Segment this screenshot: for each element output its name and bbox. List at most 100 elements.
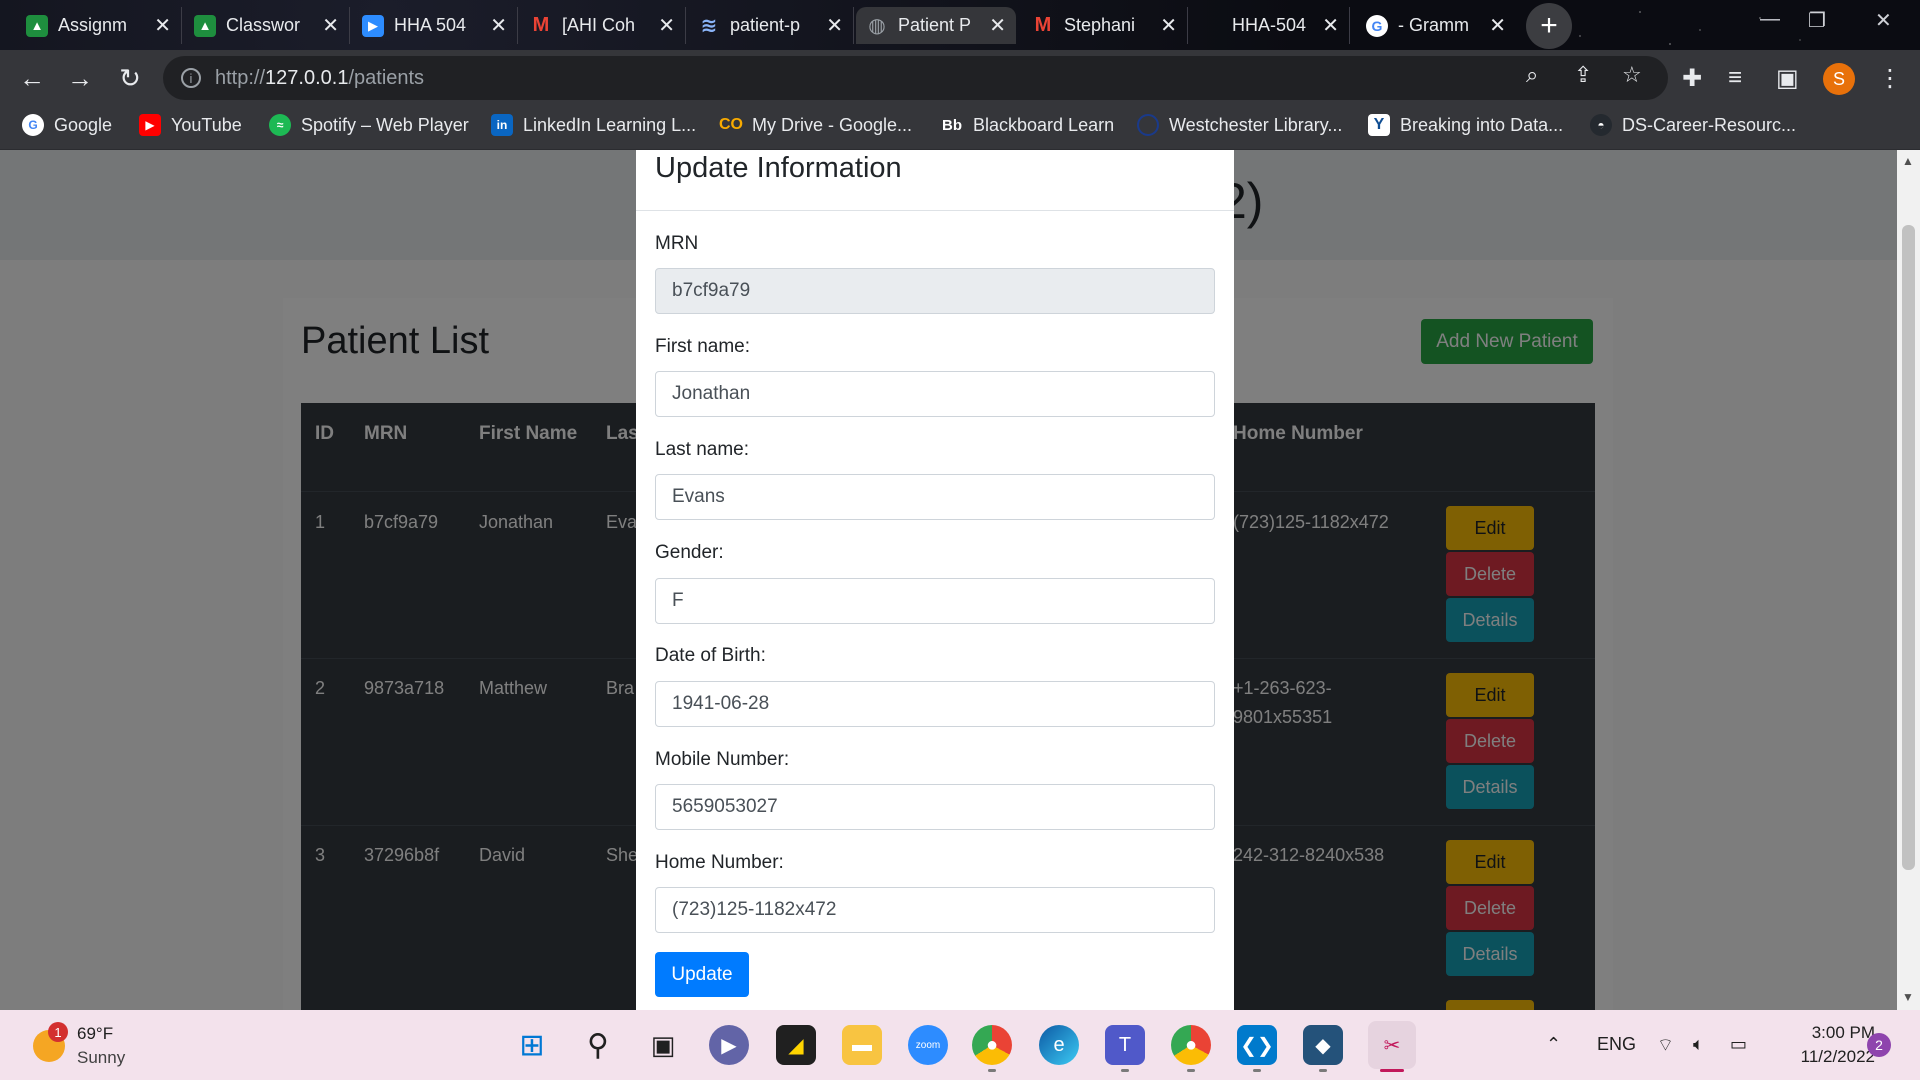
url-host: 127.0.0.1 bbox=[265, 66, 349, 89]
weather-temperature[interactable]: 69°F bbox=[77, 1024, 113, 1044]
gender-field[interactable] bbox=[655, 578, 1215, 624]
bookmark-spotify[interactable]: ≈ Spotify – Web Player bbox=[269, 114, 469, 136]
search-icon[interactable]: ⚲ bbox=[578, 1025, 618, 1065]
share-icon[interactable]: ⇪ bbox=[1574, 62, 1592, 88]
classroom-icon: ▲ bbox=[194, 14, 216, 37]
new-tab-button[interactable]: + bbox=[1526, 3, 1572, 49]
windows-start-icon[interactable]: ⊞ bbox=[512, 1025, 552, 1065]
spotify-icon: ≈ bbox=[269, 114, 291, 136]
menu-kebab-icon[interactable]: ⋮ bbox=[1878, 64, 1902, 93]
sticky-notes-icon[interactable]: ◢ bbox=[776, 1025, 816, 1065]
stack-icon: ≋ bbox=[700, 15, 718, 37]
tab-title: patient-p bbox=[730, 15, 801, 35]
forward-arrow-icon[interactable]: → bbox=[62, 60, 98, 96]
side-panel-icon[interactable]: ▣ bbox=[1776, 64, 1799, 93]
git-icon[interactable]: ◆ bbox=[1303, 1025, 1343, 1065]
google-icon: G bbox=[1366, 14, 1388, 37]
reload-icon[interactable]: ↻ bbox=[112, 60, 148, 96]
extensions-icon[interactable]: ✚ bbox=[1682, 64, 1702, 93]
zoom-magnifier-icon[interactable]: ⌕ bbox=[1526, 62, 1538, 88]
date-of-birth-field[interactable] bbox=[655, 681, 1215, 727]
scrollbar-thumb[interactable] bbox=[1902, 225, 1915, 870]
running-indicator bbox=[1187, 1069, 1195, 1072]
tab-title: [AHI Coh bbox=[562, 15, 636, 35]
edge-icon[interactable]: e bbox=[1039, 1025, 1079, 1065]
notification-badge[interactable]: 2 bbox=[1867, 1033, 1891, 1057]
scroll-up-arrow-icon[interactable]: ▲ bbox=[1902, 154, 1914, 168]
battery-icon[interactable]: ▭ bbox=[1730, 1034, 1747, 1055]
bookmark-label: Spotify – Web Player bbox=[301, 114, 469, 135]
url-scheme: http:// bbox=[215, 66, 266, 89]
zoom-icon[interactable]: zoom bbox=[908, 1025, 948, 1065]
close-icon[interactable]: ✕ bbox=[1160, 13, 1177, 38]
gmail-icon: M bbox=[1034, 14, 1052, 36]
tab-hha504[interactable]: ▶ HHA 504 ✕ bbox=[352, 7, 518, 44]
close-icon[interactable]: ✕ bbox=[322, 13, 339, 38]
last-name-field[interactable] bbox=[655, 474, 1215, 520]
bookmark-google[interactable]: G Google bbox=[22, 114, 112, 136]
tab-classwork[interactable]: ▲ Classwor ✕ bbox=[184, 7, 350, 44]
bookmark-westchester-library[interactable]: Westchester Library... bbox=[1137, 114, 1342, 136]
update-button[interactable]: Update bbox=[655, 952, 749, 997]
blackboard-icon: Bb bbox=[942, 116, 962, 134]
tab-patient-p[interactable]: ≋ patient-p ✕ bbox=[688, 7, 854, 44]
wifi-icon[interactable]: ⌔ bbox=[1657, 1034, 1674, 1057]
close-icon[interactable]: ✕ bbox=[1489, 13, 1506, 38]
chrome-icon[interactable]: ● bbox=[972, 1025, 1012, 1065]
page-scrollbar[interactable]: ▲ ▼ bbox=[1897, 150, 1920, 1010]
clock-time[interactable]: 3:00 PM bbox=[1791, 1023, 1875, 1043]
tab-hha504-2[interactable]: HHA-504 ✕ bbox=[1190, 7, 1350, 44]
chevron-up-icon[interactable]: ⌃ bbox=[1546, 1034, 1561, 1055]
clock-date[interactable]: 11/2/2022 bbox=[1776, 1047, 1875, 1067]
bookmark-label: Breaking into Data... bbox=[1400, 114, 1564, 135]
browser-toolbar: ← → ↻ i http://127.0.0.1/patients ⌕ ⇪ ☆ … bbox=[0, 50, 1920, 105]
first-name-field[interactable] bbox=[655, 371, 1215, 417]
close-icon[interactable]: ✕ bbox=[658, 13, 675, 38]
address-bar[interactable]: i http://127.0.0.1/patients bbox=[163, 56, 1668, 100]
bookmark-youtube[interactable]: ▶ YouTube bbox=[139, 114, 242, 136]
close-icon[interactable]: ✕ bbox=[1322, 13, 1339, 38]
tab-assignment[interactable]: ▲ Assignm ✕ bbox=[16, 7, 182, 44]
close-icon[interactable]: ✕ bbox=[490, 13, 507, 38]
file-explorer-icon[interactable]: ▬ bbox=[842, 1025, 882, 1065]
chrome-profile-icon[interactable]: ● bbox=[1171, 1025, 1211, 1065]
tab-patient-portal-active[interactable]: ◍ Patient P ✕ bbox=[856, 7, 1016, 44]
bookmark-ds-career-resources[interactable]: ◓ DS-Career-Resourc... bbox=[1590, 114, 1796, 136]
tab-stephanie[interactable]: M Stephani ✕ bbox=[1022, 7, 1188, 44]
close-icon[interactable]: ✕ bbox=[989, 13, 1006, 38]
restore-icon[interactable]: ❐ bbox=[1808, 8, 1826, 33]
bookmark-blackboard[interactable]: Bb Blackboard Learn bbox=[941, 114, 1114, 136]
close-icon[interactable]: ✕ bbox=[826, 13, 843, 38]
weather-description[interactable]: Sunny bbox=[77, 1048, 125, 1068]
volume-icon[interactable]: 🔈︎ bbox=[1693, 1034, 1704, 1055]
vscode-icon[interactable]: ❮❯ bbox=[1237, 1025, 1277, 1065]
star-bookmark-icon[interactable]: ☆ bbox=[1622, 62, 1642, 88]
tab-ahi-cohort[interactable]: M [AHI Coh ✕ bbox=[520, 7, 686, 44]
snipping-tool-icon[interactable]: ✂ bbox=[1368, 1021, 1416, 1069]
close-icon[interactable]: ✕ bbox=[154, 13, 171, 38]
teams-icon[interactable]: T bbox=[1105, 1025, 1145, 1065]
mrn-label: MRN bbox=[655, 233, 699, 254]
scroll-down-arrow-icon[interactable]: ▼ bbox=[1902, 990, 1914, 1004]
profile-avatar[interactable]: S bbox=[1823, 63, 1855, 95]
bookmarks-bar: G Google ▶ YouTube ≈ Spotify – Web Playe… bbox=[0, 105, 1920, 150]
minimize-icon[interactable]: — bbox=[1760, 8, 1780, 31]
home-number-field[interactable] bbox=[655, 887, 1215, 933]
running-indicator bbox=[988, 1069, 996, 1072]
bookmark-linkedin-learning[interactable]: in LinkedIn Learning L... bbox=[491, 114, 696, 136]
modal-header-divider bbox=[636, 210, 1234, 211]
bookmark-breaking-into-data[interactable]: Y Breaking into Data... bbox=[1368, 114, 1563, 136]
close-window-icon[interactable]: ✕ bbox=[1875, 8, 1892, 33]
language-indicator[interactable]: ENG bbox=[1597, 1034, 1636, 1055]
tab-grammarly[interactable]: G - Gramm ✕ bbox=[1356, 7, 1516, 44]
task-view-icon[interactable]: ▣ bbox=[643, 1025, 683, 1065]
back-arrow-icon[interactable]: ← bbox=[14, 60, 50, 96]
site-info-icon[interactable]: i bbox=[181, 68, 201, 88]
last-name-label: Last name: bbox=[655, 439, 749, 460]
reading-list-icon[interactable]: ≡ bbox=[1728, 64, 1742, 92]
chat-icon[interactable]: ▶ bbox=[709, 1025, 749, 1065]
bookmark-my-drive[interactable]: CO My Drive - Google... bbox=[719, 114, 912, 136]
gmail-icon: M bbox=[532, 14, 550, 36]
running-indicator bbox=[1121, 1069, 1129, 1072]
mobile-number-field[interactable] bbox=[655, 784, 1215, 830]
